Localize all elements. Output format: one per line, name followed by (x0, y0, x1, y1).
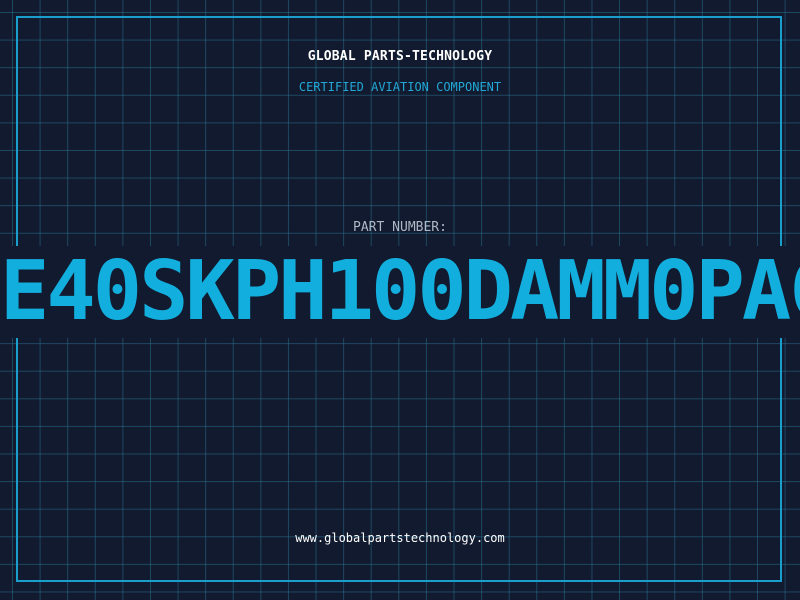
part-number-label: PART NUMBER: (353, 220, 447, 235)
company-name: GLOBAL PARTS-TECHNOLOGY (307, 49, 493, 64)
website-url: www.globalpartstechnology.com (295, 531, 505, 545)
part-number-band: E40SKPH100DAMM0PAC (0, 246, 800, 338)
part-number-value: E40SKPH100DAMM0PAC (0, 246, 800, 338)
certification-tagline: CERTIFIED AVIATION COMPONENT (298, 80, 502, 94)
certificate-page: GLOBAL PARTS-TECHNOLOGY CERTIFIED AVIATI… (0, 0, 800, 600)
